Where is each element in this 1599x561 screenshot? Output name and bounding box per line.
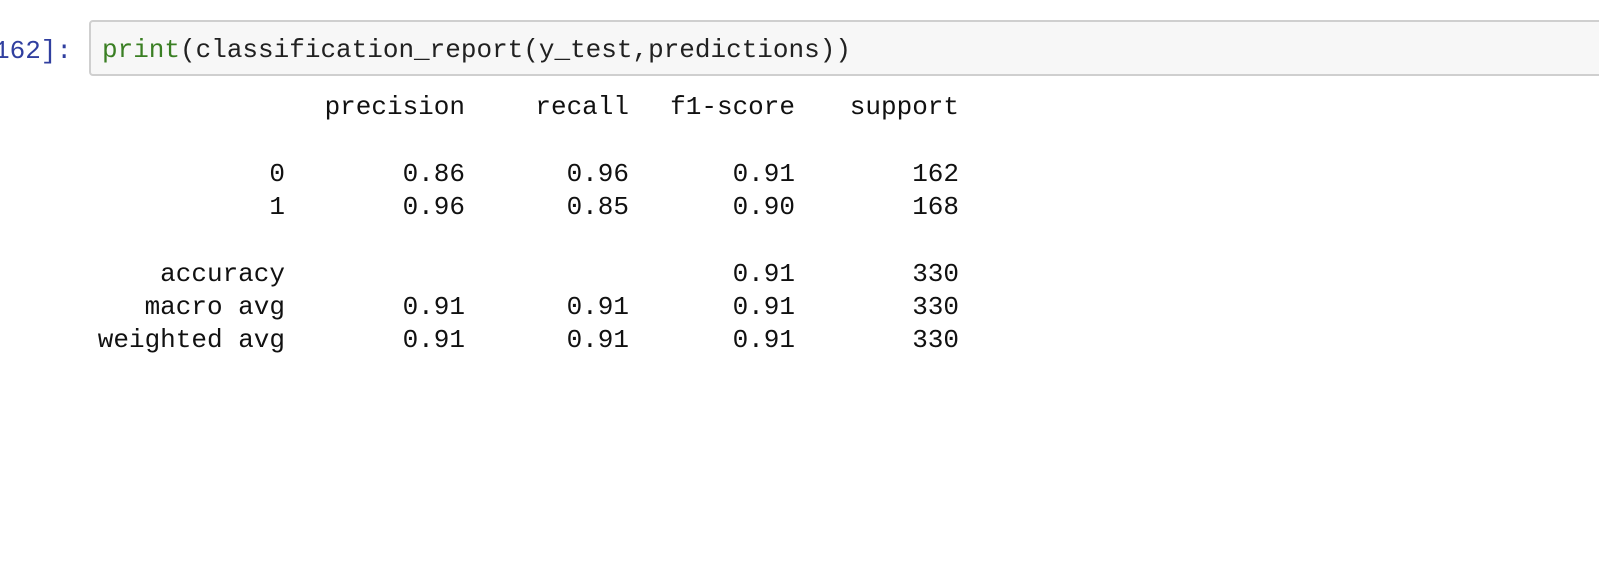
header-support: support (849, 92, 959, 122)
row-label: 1 (269, 192, 285, 222)
row-support: 330 (912, 325, 959, 355)
code-input-area[interactable]: print(classification_report(y_test,predi… (89, 20, 1599, 76)
row-precision: 0.86 (402, 159, 465, 189)
report-row-macro-avg: macro avg 0.91 0.91 0.91 330 (89, 290, 959, 324)
row-precision: 0.91 (402, 292, 465, 322)
row-label: weighted avg (97, 325, 285, 355)
row-f1-score: 0.91 (732, 325, 795, 355)
report-row-class-1: 1 0.96 0.85 0.90 168 (89, 190, 959, 224)
code-arguments: (classification_report(y_test,prediction… (180, 35, 851, 65)
row-label: macro avg (144, 292, 285, 322)
row-support: 330 (912, 292, 959, 322)
code-line[interactable]: print(classification_report(y_test,predi… (102, 33, 851, 67)
report-row-class-0: 0 0.86 0.96 0.91 162 (89, 157, 959, 191)
header-f1-score: f1-score (670, 92, 795, 122)
row-recall: 0.91 (566, 325, 629, 355)
row-support: 168 (912, 192, 959, 222)
row-support: 330 (912, 259, 959, 289)
report-row-accuracy: accuracy 0.91 330 (89, 257, 959, 291)
code-builtin-print: print (102, 35, 181, 65)
row-recall: 0.85 (566, 192, 629, 222)
report-header-row: precision recall f1-score support (89, 90, 959, 124)
row-label: 0 (269, 159, 285, 189)
row-recall: 0.96 (566, 159, 629, 189)
report-row-weighted-avg: weighted avg 0.91 0.91 0.91 330 (89, 323, 959, 357)
row-f1-score: 0.91 (732, 159, 795, 189)
row-precision: 0.96 (402, 192, 465, 222)
row-support: 162 (912, 159, 959, 189)
header-recall: recall (535, 92, 629, 122)
row-f1-score: 0.91 (732, 292, 795, 322)
row-f1-score: 0.91 (732, 259, 795, 289)
row-recall: 0.91 (566, 292, 629, 322)
row-precision: 0.91 (402, 325, 465, 355)
header-precision: precision (324, 92, 465, 122)
row-label: accuracy (160, 259, 285, 289)
row-f1-score: 0.90 (732, 192, 795, 222)
cell-prompt: 162]: (0, 36, 73, 66)
notebook-code-cell: 162]: print(classification_report(y_test… (0, 0, 1599, 414)
